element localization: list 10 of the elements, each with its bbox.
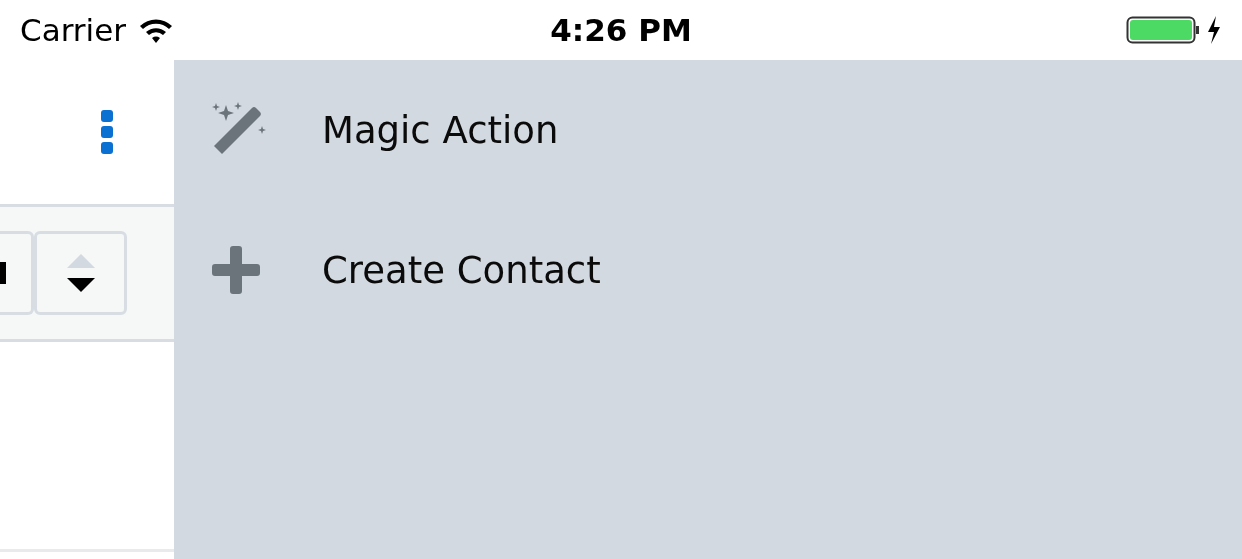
button-icon [0,262,6,284]
status-time: 4:26 PM [550,12,692,48]
menu-item[interactable]: Magic Action [174,60,1242,200]
sort-icon [65,254,96,292]
sort-button[interactable] [34,231,127,315]
menu-item[interactable]: Create Contact [174,200,1242,340]
carrier-name: Carrier [20,12,127,48]
plus-icon [212,246,260,294]
battery-icon [1126,14,1222,46]
more-options-icon[interactable] [100,110,114,154]
